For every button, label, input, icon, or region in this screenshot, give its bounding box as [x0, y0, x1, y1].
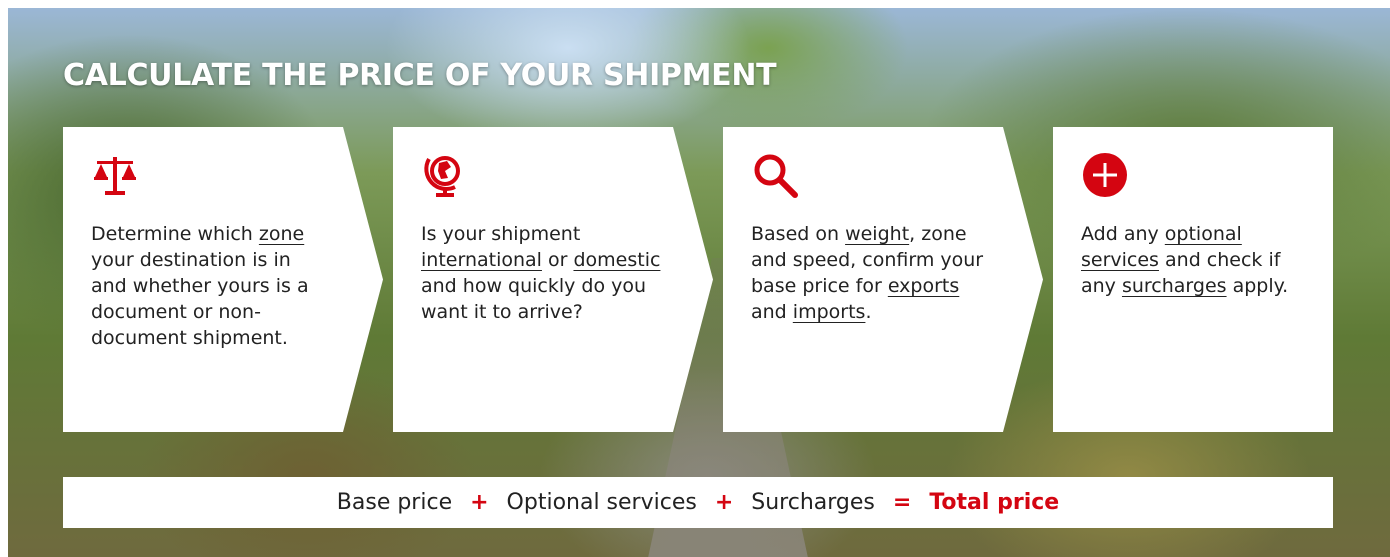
step-card-international: Is your shipment international or domest… — [393, 127, 713, 432]
step-text-weight: Based on weight, zone and speed, confirm… — [751, 221, 991, 325]
zone-link[interactable]: zone — [259, 223, 304, 245]
step-text-optional: Add any optional services and check if a… — [1081, 221, 1321, 299]
formula-base-price: Base price — [336, 490, 453, 515]
equals-operator: = — [892, 490, 912, 515]
domestic-link[interactable]: domestic — [573, 249, 660, 271]
price-formula: Base price + Optional services + Surchar… — [63, 477, 1333, 528]
weight-link[interactable]: weight — [845, 223, 909, 245]
step-text-segment: apply. — [1226, 275, 1289, 297]
step-text-segment: . — [865, 301, 872, 323]
step-card-optional: Add any optional services and check if a… — [1053, 127, 1333, 432]
step-text-international: Is your shipment international or domest… — [421, 221, 661, 325]
international-link[interactable]: international — [421, 249, 542, 271]
surcharges-link[interactable]: surcharges — [1122, 275, 1227, 297]
step-text-segment: and how quickly do you want it to arrive… — [421, 275, 647, 323]
imports-link[interactable]: imports — [793, 301, 866, 323]
search-icon — [754, 154, 798, 198]
step-text-zone: Determine which zone your destination is… — [91, 221, 331, 351]
globe-icon — [424, 156, 460, 197]
plus-operator: + — [470, 490, 489, 515]
step-text-segment: your destination is in and whether yours… — [91, 249, 309, 349]
plus-circle-icon — [1083, 153, 1127, 197]
step-text-segment: or — [541, 249, 574, 271]
exports-link[interactable]: exports — [888, 275, 959, 297]
scales-icon — [94, 157, 136, 195]
step-text-segment: and — [751, 301, 793, 323]
step-text-segment: Is your shipment — [421, 223, 581, 245]
step-text-segment: Based on — [751, 223, 846, 245]
formula-total-price: Total price — [929, 490, 1060, 515]
step-card-weight: Based on weight, zone and speed, confirm… — [723, 127, 1043, 432]
formula-surcharges: Surcharges — [751, 490, 875, 515]
step-text-segment: Add any — [1081, 223, 1165, 245]
plus-operator: + — [714, 490, 734, 515]
page-title: CALCULATE THE PRICE OF YOUR SHIPMENT — [63, 58, 777, 93]
step-text-segment: Determine which — [91, 223, 259, 245]
step-card-zone: Determine which zone your destination is… — [63, 127, 383, 432]
formula-optional-services: Optional services — [506, 490, 697, 515]
